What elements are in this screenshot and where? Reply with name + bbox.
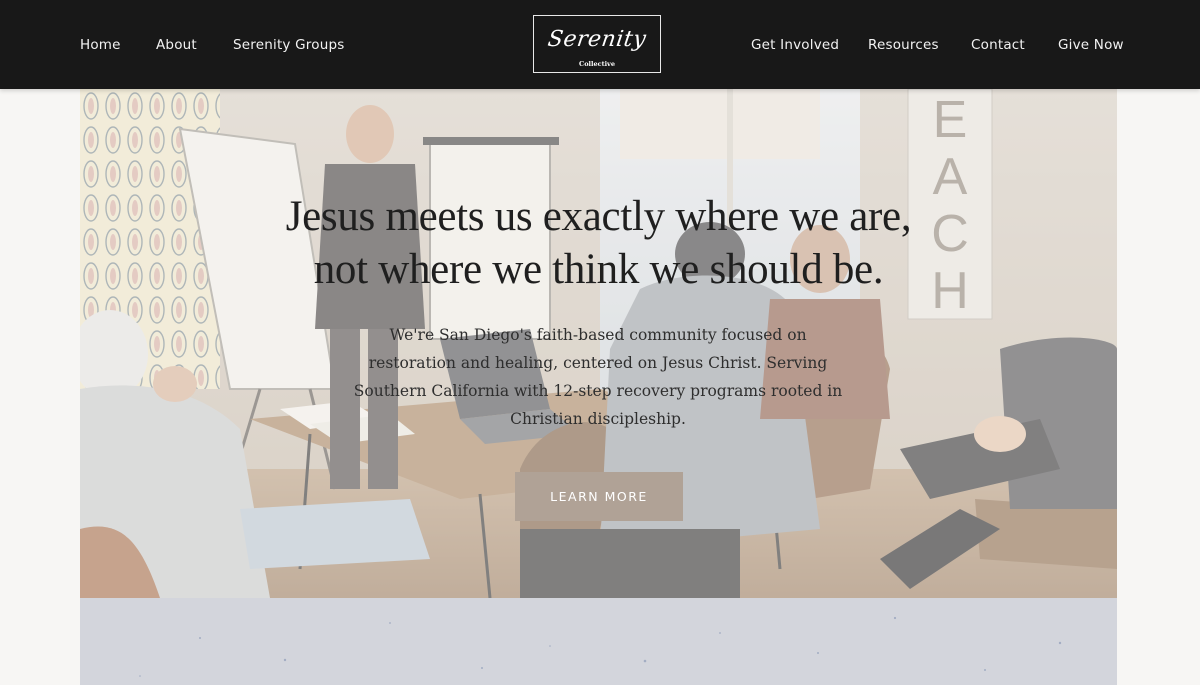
hero-intro-text: We're San Diego's faith-based community … bbox=[353, 326, 843, 428]
site-header: Home About Serenity Groups Serenity Coll… bbox=[0, 0, 1200, 89]
hero-headline-line-2: not where we think we should be. bbox=[313, 246, 884, 293]
nav-home-link[interactable]: Home bbox=[80, 35, 121, 55]
hero-headline-line-1: Jesus meets us exactly where we are, bbox=[285, 193, 912, 240]
nav-contact-link[interactable]: Contact bbox=[971, 35, 1025, 55]
site-logo[interactable]: Serenity Collective bbox=[533, 15, 661, 73]
logo-sub-text: Collective bbox=[579, 60, 615, 68]
nav-about-link[interactable]: About bbox=[156, 35, 197, 55]
nav-serenity-groups-link[interactable]: Serenity Groups bbox=[233, 35, 344, 55]
logo-script-text: Serenity bbox=[546, 27, 648, 52]
learn-more-button[interactable]: LEARN MORE bbox=[515, 472, 683, 521]
lower-section-banner bbox=[80, 598, 1117, 685]
nav-resources-link[interactable]: Resources bbox=[868, 35, 939, 55]
nav-get-involved-link[interactable]: Get Involved bbox=[751, 35, 839, 55]
starfield-background bbox=[80, 598, 1117, 685]
hero-section: E A C H Jesus meets us exactly where we … bbox=[80, 89, 1117, 598]
nav-give-now-link[interactable]: Give Now bbox=[1058, 35, 1124, 55]
